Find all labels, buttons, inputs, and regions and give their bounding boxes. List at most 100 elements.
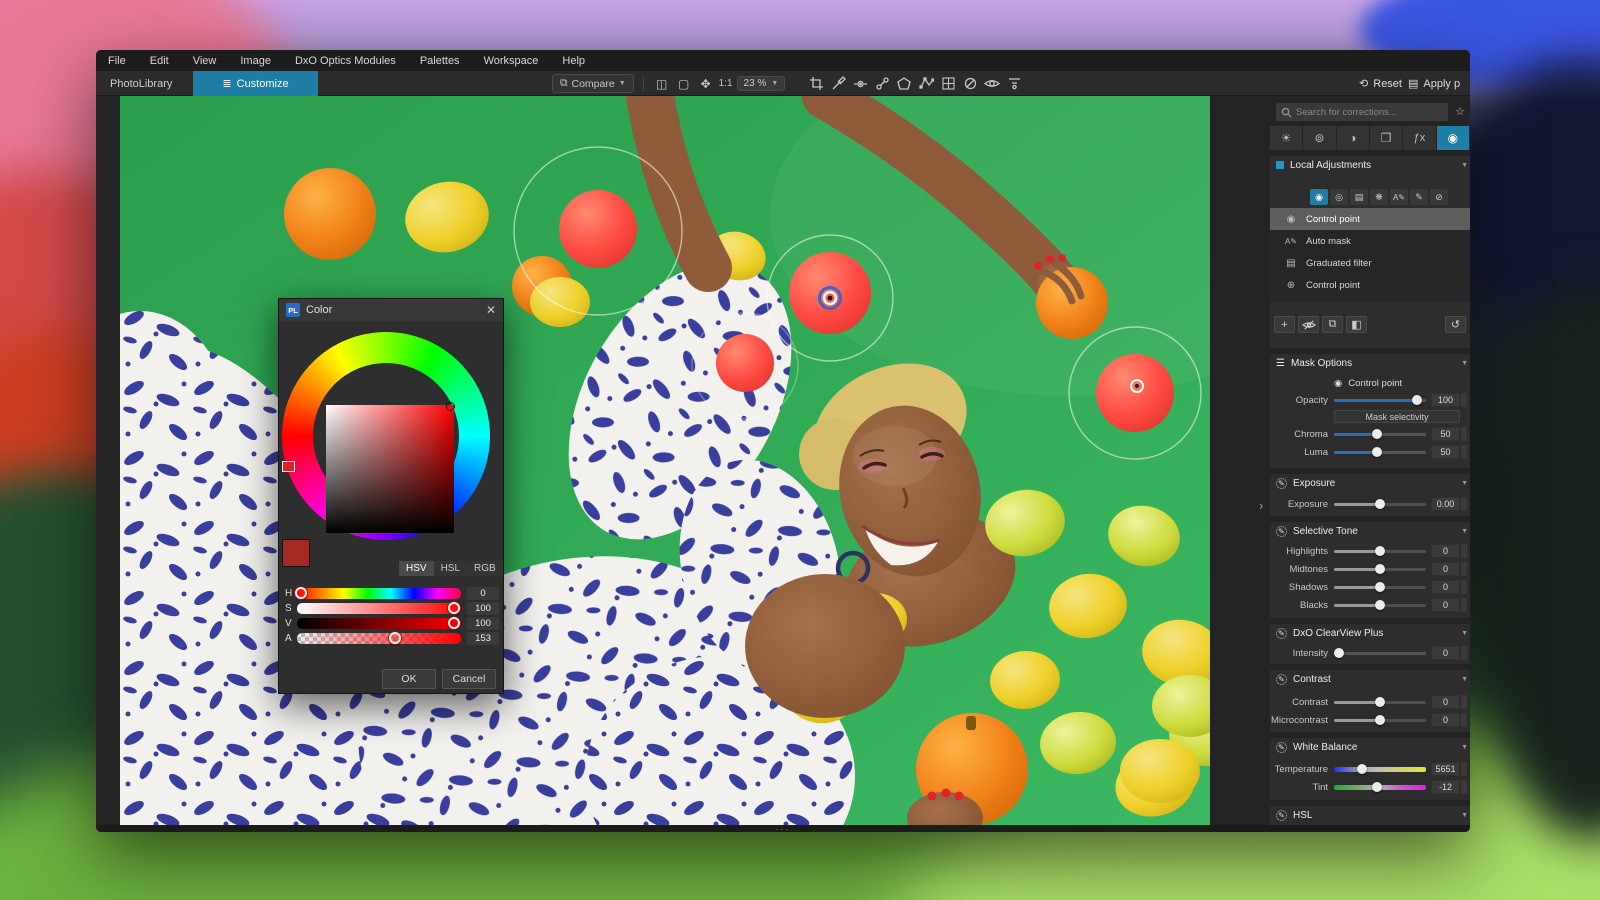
microcontrast-value[interactable]: 0 bbox=[1431, 713, 1460, 727]
reset-button[interactable]: ⟲ Reset bbox=[1359, 77, 1402, 90]
invert-mask-icon[interactable]: ◧ bbox=[1346, 316, 1367, 333]
duplicate-icon[interactable]: ⧉ bbox=[1322, 316, 1343, 333]
menu-palettes[interactable]: Palettes bbox=[408, 50, 472, 71]
polygon-tool-icon[interactable] bbox=[895, 75, 913, 93]
exposure-slider[interactable] bbox=[1334, 503, 1426, 506]
no-correction-icon[interactable] bbox=[961, 75, 979, 93]
pan-icon[interactable]: ✥ bbox=[697, 75, 715, 93]
local-adjustments-header[interactable]: Local Adjustments ▼ bbox=[1270, 156, 1470, 174]
list-item-auto-mask[interactable]: A✎ Auto mask bbox=[1270, 230, 1470, 252]
tab-color[interactable]: ⊚ bbox=[1303, 126, 1335, 150]
contrast-header[interactable]: ✎ Contrast ▼ bbox=[1270, 670, 1470, 688]
exposure-header[interactable]: ✎ Exposure ▼ bbox=[1270, 474, 1470, 492]
apply-preset-button[interactable]: ▤ Apply p bbox=[1408, 77, 1460, 90]
intensity-slider[interactable] bbox=[1334, 652, 1426, 655]
fit-image-icon[interactable]: ▢ bbox=[675, 75, 693, 93]
luma-slider[interactable] bbox=[1334, 451, 1426, 454]
hue-slider[interactable] bbox=[297, 588, 461, 599]
highlights-value[interactable]: 0 bbox=[1431, 544, 1460, 558]
compare-button[interactable]: ⧉ Compare ▼ bbox=[552, 74, 634, 93]
selective-tone-header[interactable]: ✎ Selective Tone ▼ bbox=[1270, 522, 1470, 540]
collapse-arrow-icon[interactable]: ▼ bbox=[1461, 812, 1468, 819]
temperature-slider[interactable] bbox=[1334, 767, 1426, 772]
zoom-1to1-button[interactable]: 1:1 bbox=[719, 75, 733, 93]
chroma-slider[interactable] bbox=[1334, 433, 1426, 436]
cancel-button[interactable]: Cancel bbox=[442, 669, 496, 689]
highlights-slider[interactable] bbox=[1334, 550, 1426, 553]
search-input[interactable] bbox=[1296, 107, 1443, 118]
midtones-value[interactable]: 0 bbox=[1431, 562, 1460, 576]
tab-hsl[interactable]: HSL bbox=[434, 561, 467, 576]
collapse-arrow-icon[interactable]: ▼ bbox=[1461, 744, 1468, 751]
tint-value[interactable]: -12 bbox=[1431, 780, 1460, 794]
collapse-arrow-icon[interactable]: ▼ bbox=[1461, 162, 1468, 169]
list-item-control-point[interactable]: ◉ Control point bbox=[1270, 208, 1470, 230]
collapse-arrow-icon[interactable]: ▼ bbox=[1461, 630, 1468, 637]
list-item-control-point-2[interactable]: ⊕ Control point bbox=[1270, 274, 1470, 296]
hide-mask-eye-icon[interactable] bbox=[1298, 316, 1319, 333]
blacks-value[interactable]: 0 bbox=[1431, 598, 1460, 612]
search-corrections-box[interactable] bbox=[1276, 103, 1448, 121]
exposure-value[interactable]: 0.00 bbox=[1431, 497, 1460, 511]
filmstrip-handle[interactable]: ··· bbox=[96, 825, 1470, 832]
horizon-icon[interactable] bbox=[851, 75, 869, 93]
show-mask-eye-icon[interactable] bbox=[983, 75, 1001, 93]
panel-collapse-chevron[interactable]: › bbox=[1259, 498, 1263, 513]
chevron-down-icon[interactable]: ▼ bbox=[619, 80, 626, 87]
microcontrast-slider[interactable] bbox=[1334, 719, 1426, 722]
white-balance-header[interactable]: ✎ White Balance ▼ bbox=[1270, 738, 1470, 756]
control-points-icon[interactable] bbox=[873, 75, 891, 93]
temperature-value[interactable]: 5651 bbox=[1431, 762, 1460, 776]
tool-auto-mask-icon[interactable]: A✎ bbox=[1390, 189, 1408, 205]
close-icon[interactable]: ✕ bbox=[486, 303, 496, 317]
chroma-value[interactable]: 50 bbox=[1431, 427, 1460, 441]
collapse-arrow-icon[interactable]: ▼ bbox=[1461, 528, 1468, 535]
tool-luminosity-mask-icon[interactable]: ❋ bbox=[1370, 189, 1388, 205]
menu-workspace[interactable]: Workspace bbox=[472, 50, 551, 71]
favorites-star-icon[interactable]: ☆ bbox=[1455, 105, 1465, 118]
color-dialog-titlebar[interactable]: PL Color ✕ bbox=[279, 299, 503, 321]
saturation-value[interactable]: 100 bbox=[467, 602, 499, 615]
sv-marker[interactable] bbox=[446, 402, 455, 411]
contrast-slider[interactable] bbox=[1334, 701, 1426, 704]
shadows-value[interactable]: 0 bbox=[1431, 580, 1460, 594]
hue-value[interactable]: 0 bbox=[467, 587, 499, 600]
menu-view[interactable]: View bbox=[181, 50, 229, 71]
overlay-icon[interactable] bbox=[1005, 75, 1023, 93]
crop-icon[interactable] bbox=[807, 75, 825, 93]
value-value[interactable]: 100 bbox=[467, 617, 499, 630]
saturation-slider[interactable] bbox=[297, 603, 461, 614]
eyedropper-icon[interactable] bbox=[829, 75, 847, 93]
mask-options-header[interactable]: ☰ Mask Options ▼ bbox=[1270, 354, 1470, 372]
tab-detail[interactable]: ◑ bbox=[1337, 126, 1369, 150]
hsl-header[interactable]: ✎ HSL ▼ bbox=[1270, 806, 1470, 824]
tint-slider[interactable] bbox=[1334, 785, 1426, 790]
intensity-value[interactable]: 0 bbox=[1431, 646, 1460, 660]
clearview-header[interactable]: ✎ DxO ClearView Plus ▼ bbox=[1270, 624, 1470, 642]
reset-adjustments-icon[interactable]: ↺ bbox=[1445, 316, 1466, 333]
list-item-graduated-filter[interactable]: ▤ Graduated filter bbox=[1270, 252, 1470, 274]
collapse-arrow-icon[interactable]: ▼ bbox=[1461, 480, 1468, 487]
blacks-slider[interactable] bbox=[1334, 604, 1426, 607]
tab-local-adjustments[interactable]: ◉ bbox=[1437, 126, 1469, 150]
midtones-slider[interactable] bbox=[1334, 568, 1426, 571]
value-slider[interactable] bbox=[297, 618, 461, 629]
menu-image[interactable]: Image bbox=[228, 50, 283, 71]
split-view-icon[interactable]: ◫ bbox=[653, 75, 671, 93]
tab-rgb[interactable]: RGB bbox=[467, 561, 503, 576]
tab-hsv[interactable]: HSV bbox=[399, 561, 434, 576]
saturation-value-square[interactable] bbox=[326, 405, 454, 533]
shadows-slider[interactable] bbox=[1334, 586, 1426, 589]
polyline-tool-icon[interactable] bbox=[917, 75, 935, 93]
grid-icon[interactable] bbox=[939, 75, 957, 93]
zoom-level-dropdown[interactable]: 23 % ▼ bbox=[737, 76, 786, 91]
collapse-arrow-icon[interactable]: ▼ bbox=[1461, 360, 1468, 367]
menu-dxo-optics-modules[interactable]: DxO Optics Modules bbox=[283, 50, 408, 71]
hue-ring-marker[interactable] bbox=[282, 461, 295, 472]
add-adjustment-button[interactable]: + bbox=[1274, 316, 1295, 333]
alpha-slider[interactable] bbox=[297, 633, 461, 644]
tool-brush-icon[interactable]: ✎ bbox=[1410, 189, 1428, 205]
ok-button[interactable]: OK bbox=[382, 669, 436, 689]
menu-file[interactable]: File bbox=[96, 50, 138, 71]
tab-customize[interactable]: ≣ Customize bbox=[193, 71, 318, 96]
